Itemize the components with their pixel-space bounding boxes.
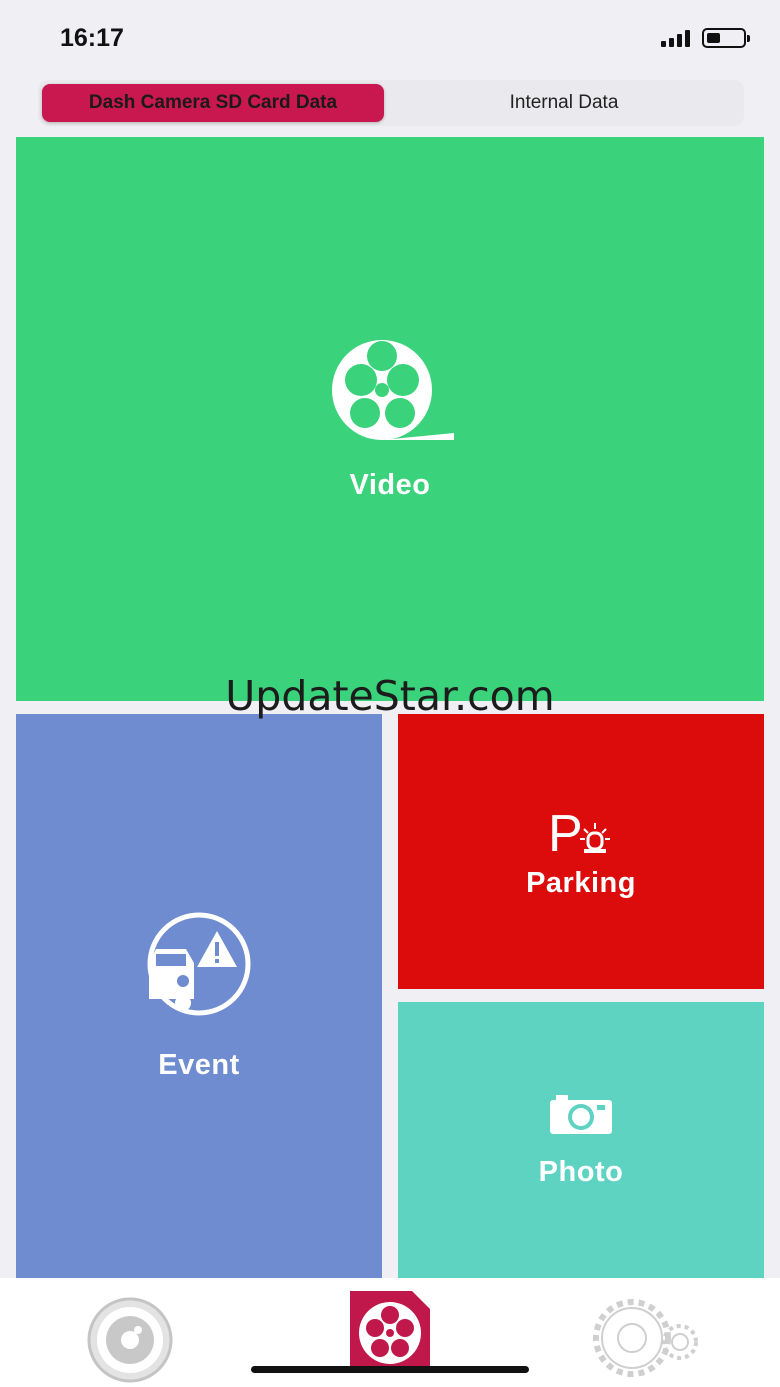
data-source-segmented-control: Dash Camera SD Card Data Internal Data [38,80,744,126]
settings-gear-icon [593,1299,698,1377]
video-label: Video [349,468,431,501]
svg-text:P: P [548,805,583,859]
status-bar: 16:17 [0,0,780,78]
photo-label: Photo [538,1155,624,1188]
film-reel-icon [332,339,454,440]
battery-icon [702,28,750,48]
parking-alarm-icon: P [548,805,610,859]
tab-camera[interactable] [86,1296,174,1384]
photo-tile[interactable]: Photo [398,1002,764,1278]
car-warning-icon [147,912,251,1015]
event-tile[interactable]: Event [16,714,382,1278]
signal-icon [661,29,690,47]
video-tile[interactable]: Video [16,137,764,701]
status-icons [661,28,750,48]
status-time: 16:17 [60,24,124,52]
event-label: Event [158,1048,240,1081]
sd-card-data-tab[interactable]: Dash Camera SD Card Data [42,84,384,122]
tab-settings[interactable] [590,1292,702,1382]
parking-label: Parking [526,867,636,899]
battery-level [707,33,720,43]
tab-files[interactable] [348,1289,432,1373]
home-indicator [251,1366,529,1373]
camera-lens-icon [87,1297,173,1383]
camera-icon [550,1094,612,1134]
internal-data-tab[interactable]: Internal Data [388,84,740,122]
parking-tile[interactable]: P Parking [398,714,764,989]
film-reel-icon [350,1291,430,1371]
